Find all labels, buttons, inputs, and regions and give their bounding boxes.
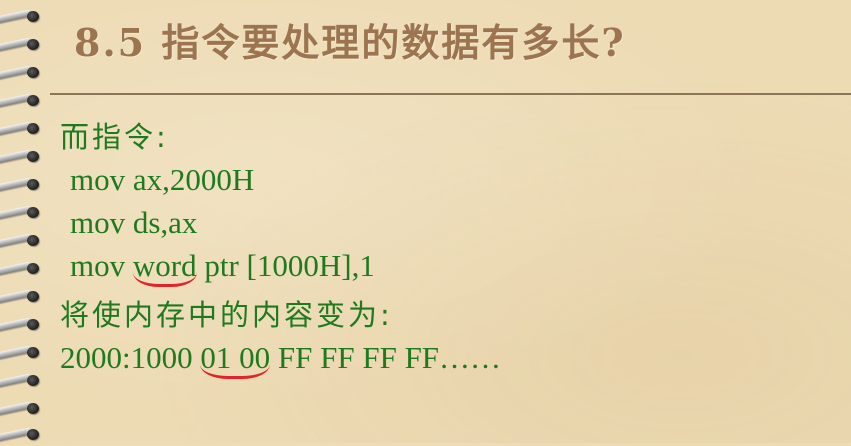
slide: 8.5 指令要处理的数据有多长? 而指令: mov ax,2000H mov d… (0, 0, 851, 443)
binding-ring (0, 258, 44, 280)
binding-ring (0, 230, 44, 252)
code-line-3-prefix: mov (70, 248, 133, 283)
binding-ring (0, 6, 44, 28)
binding-ring (0, 34, 44, 56)
binding-ring (0, 342, 44, 364)
binding-ring (0, 314, 44, 336)
code-line-2: mov ds,ax (70, 205, 198, 240)
code-line-1: mov ax,2000H (70, 162, 255, 197)
binding-ring (0, 118, 44, 140)
binding-ring (0, 62, 44, 84)
result-label: 将使内存中的内容变为: (60, 298, 393, 332)
memory-address: 2000:1000 (60, 340, 201, 375)
code-line-3: mov word ptr [1000H],1 (70, 248, 375, 287)
intro-text: 而指令: (60, 120, 169, 154)
binding-ring (0, 202, 44, 224)
slide-title: 8.5 指令要处理的数据有多长? (74, 20, 626, 65)
code-line-3-suffix: ptr [1000H],1 (196, 248, 375, 283)
changed-bytes-underlined: 01 00 (200, 341, 271, 379)
binding-ring (0, 90, 44, 112)
binding-ring (0, 370, 44, 392)
binding-ring (0, 146, 44, 168)
spiral-binding (0, 0, 48, 443)
binding-ring (0, 174, 44, 196)
word-keyword-underlined: word (132, 249, 197, 287)
binding-ring (0, 286, 44, 308)
memory-remaining-bytes: FF FF FF FF…… (270, 340, 502, 375)
title-divider (50, 93, 851, 95)
binding-ring (0, 398, 44, 420)
memory-line: 2000:1000 01 00 FF FF FF FF…… (60, 340, 501, 379)
